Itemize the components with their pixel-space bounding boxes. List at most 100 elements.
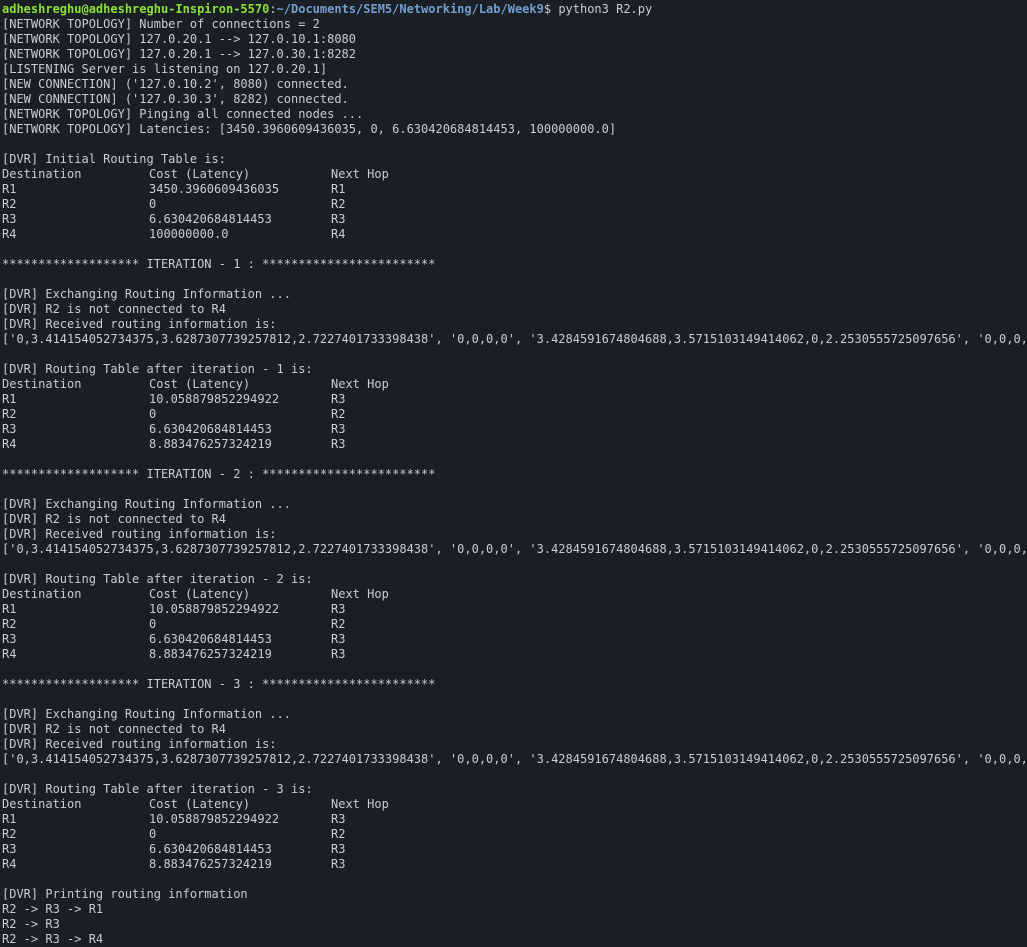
cell-destination: R4 [2,857,17,871]
cell-next-hop: R2 [331,617,346,631]
cell-destination: R4 [2,437,17,451]
startup-line: [NETWORK TOPOLOGY] Pinging all connected… [2,107,364,121]
iteration-header: ******************* ITERATION - 1 : ****… [2,257,436,271]
routing-table-row: R2 0 R2 [2,407,1027,422]
routing-table-row: R1 10.058879852294922 R3 [2,392,1027,407]
startup-line: [NEW CONNECTION] ('127.0.10.2', 8080) co… [2,77,349,91]
routing-table-row: R2 0 R2 [2,197,1027,212]
cell-cost: 10.058879852294922 [149,392,280,406]
routing-table-row: R3 6.630420684814453 R3 [2,212,1027,227]
routing-table-row: R4 8.883476257324219 R3 [2,647,1027,662]
routing-table-row: R4 100000000.0 R4 [2,227,1027,242]
dvr-message: [DVR] R2 is not connected to R4 [2,722,226,736]
cell-cost: 6.630420684814453 [149,212,272,226]
routing-table-row: R1 10.058879852294922 R3 [2,812,1027,827]
dvr-message: [DVR] Exchanging Routing Information ... [2,707,291,721]
routing-path: R2 -> R3 [2,917,60,931]
cell-cost: 0 [149,197,157,211]
cell-next-hop: R3 [331,437,346,451]
cell-cost: 6.630420684814453 [149,632,272,646]
header-next-hop: Next Hop [331,377,389,391]
cell-cost: 8.883476257324219 [149,437,272,451]
startup-line: [NETWORK TOPOLOGY] Number of connections… [2,17,320,31]
dvr-message: [DVR] R2 is not connected to R4 [2,512,226,526]
cell-destination: R3 [2,632,17,646]
cell-cost: 8.883476257324219 [149,647,272,661]
dvr-message: ['0,3.414154052734375,3.6287307739257812… [2,542,1027,556]
cell-destination: R1 [2,812,17,826]
startup-line: [NETWORK TOPOLOGY] 127.0.20.1 --> 127.0.… [2,32,357,46]
cell-destination: R4 [2,227,17,241]
prompt-line: adheshreghu@adheshreghu-Inspiron-5570:~/… [2,2,1027,17]
routing-table-row: R1 10.058879852294922 R3 [2,602,1027,617]
cell-next-hop: R3 [331,647,346,661]
routing-table-row: R2 0 R2 [2,827,1027,842]
cell-destination: R4 [2,647,17,661]
cell-destination: R3 [2,842,17,856]
dvr-message: [DVR] Received routing information is: [2,737,277,751]
cell-next-hop: R3 [331,857,346,871]
routing-table-row: R4 8.883476257324219 R3 [2,437,1027,452]
cell-destination: R3 [2,422,17,436]
routing-table-title: [DVR] Routing Table after iteration - 3 … [2,782,313,796]
cell-next-hop: R3 [331,632,346,646]
routing-table-header: Destination Cost (Latency) Next Hop [2,587,1027,602]
routing-path: R2 -> R3 -> R4 [2,932,104,946]
cell-destination: R2 [2,197,17,211]
cell-destination: R2 [2,407,17,421]
dvr-message: [DVR] Received routing information is: [2,527,277,541]
startup-line: [NEW CONNECTION] ('127.0.30.3', 8282) co… [2,92,349,106]
cell-next-hop: R3 [331,422,346,436]
header-destination: Destination [2,587,82,601]
cell-cost: 0 [149,407,157,421]
cell-next-hop: R1 [331,182,346,196]
routing-table-row: R2 0 R2 [2,617,1027,632]
cell-destination: R2 [2,827,17,841]
cell-cost: 6.630420684814453 [149,842,272,856]
routing-table-row: R3 6.630420684814453 R3 [2,842,1027,857]
header-cost: Cost (Latency) [149,797,251,811]
cell-next-hop: R3 [331,842,346,856]
cell-next-hop: R2 [331,827,346,841]
cell-destination: R1 [2,392,17,406]
header-destination: Destination [2,797,82,811]
cell-destination: R1 [2,182,17,196]
header-cost: Cost (Latency) [149,167,251,181]
cell-next-hop: R3 [331,602,346,616]
terminal-window[interactable]: adheshreghu@adheshreghu-Inspiron-5570:~/… [0,0,1027,947]
dvr-message: ['0,3.414154052734375,3.6287307739257812… [2,332,1027,346]
cell-next-hop: R2 [331,197,346,211]
cell-next-hop: R2 [331,407,346,421]
routing-table-row: R3 6.630420684814453 R3 [2,632,1027,647]
cell-cost: 6.630420684814453 [149,422,272,436]
cell-next-hop: R3 [331,812,346,826]
iteration-header: ******************* ITERATION - 2 : ****… [2,467,436,481]
routing-table-row: R1 3450.3960609436035 R1 [2,182,1027,197]
dvr-message: [DVR] R2 is not connected to R4 [2,302,226,316]
dvr-message: [DVR] Exchanging Routing Information ... [2,497,291,511]
header-next-hop: Next Hop [331,167,389,181]
dvr-message: ['0,3.414154052734375,3.6287307739257812… [2,752,1027,766]
startup-line: [NETWORK TOPOLOGY] Latencies: [3450.3960… [2,122,617,136]
startup-line: [LISTENING Server is listening on 127.0.… [2,62,328,76]
header-destination: Destination [2,377,82,391]
routing-table-header: Destination Cost (Latency) Next Hop [2,377,1027,392]
cell-destination: R2 [2,617,17,631]
cell-cost: 0 [149,827,157,841]
cell-destination: R1 [2,602,17,616]
routing-table-header: Destination Cost (Latency) Next Hop [2,797,1027,812]
routing-table-row: R4 8.883476257324219 R3 [2,857,1027,872]
prompt-dollar: $ [543,2,559,16]
prompt-colon: : [269,2,277,16]
header-destination: Destination [2,167,82,181]
routing-table-title: [DVR] Routing Table after iteration - 1 … [2,362,313,376]
